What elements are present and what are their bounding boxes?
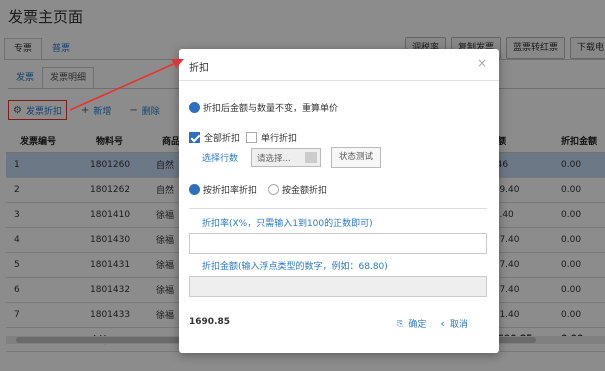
amount-label: 折扣金额(输入浮点类型的数字，例如：68.80): [202, 262, 388, 272]
by-rate-radio[interactable]: [189, 184, 200, 195]
dialog-title: 折扣: [189, 63, 209, 74]
confirm-icon: ⎘: [397, 318, 404, 328]
cancel-button[interactable]: ‹ 取消: [440, 317, 467, 330]
keep-amount-radio[interactable]: [189, 102, 200, 113]
by-amount-label: 按金额折扣: [282, 186, 328, 196]
discount-rate-input[interactable]: [189, 233, 487, 254]
discount-mode-row: 按折扣率折扣 按金额折扣: [189, 183, 327, 196]
by-rate-label: 按折扣率折扣: [203, 186, 258, 196]
single-discount-checkbox[interactable]: [246, 132, 258, 143]
by-amount-radio[interactable]: [268, 184, 280, 195]
all-discount-checkbox[interactable]: [189, 132, 200, 143]
all-discount-label: 全部折扣: [204, 134, 241, 144]
select-rows-row: 选择行数 请选择... 状态测试: [189, 147, 382, 168]
dialog-footer: ⎘ 确定 ‹ 取消: [397, 317, 468, 330]
keep-amount-option[interactable]: 折扣后金额与数量不变，重算单价: [189, 101, 338, 114]
total-amount: 1690.85: [189, 317, 230, 327]
dropdown-arrow-icon: [305, 152, 318, 163]
close-icon[interactable]: ×: [477, 56, 487, 70]
row-select-value: 请选择...: [257, 153, 291, 164]
confirm-button[interactable]: ⎘ 确定: [397, 317, 427, 331]
select-rows-label: 选择行数: [202, 154, 239, 164]
discount-scope-row: 全部折扣 单行折扣: [189, 131, 297, 144]
dialog-header: 折扣 ×: [179, 49, 499, 81]
discount-dialog: 折扣 × 折扣后金额与数量不变，重算单价 全部折扣 单行折扣 选择行数 请选择.…: [179, 49, 499, 353]
divider: [189, 208, 487, 209]
confirm-label: 确定: [408, 320, 427, 330]
status-test-button[interactable]: 状态测试: [331, 147, 382, 168]
chevron-left-icon: ‹: [440, 317, 445, 330]
rate-label: 折扣率(X%，只需输入1到100的正数即可): [202, 219, 373, 229]
keep-amount-label: 折扣后金额与数量不变，重算单价: [203, 104, 339, 114]
single-discount-label: 单行折扣: [261, 134, 298, 144]
cancel-label: 取消: [449, 320, 468, 330]
discount-amount-input[interactable]: [189, 276, 487, 297]
row-select[interactable]: 请选择...: [251, 148, 322, 167]
